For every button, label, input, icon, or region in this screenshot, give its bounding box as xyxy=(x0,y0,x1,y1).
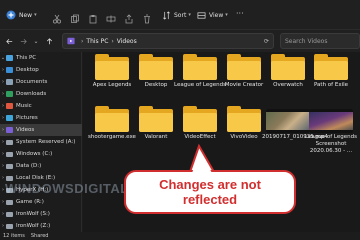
item-label: Path of Exile xyxy=(313,82,349,88)
share-state: Shared xyxy=(30,233,49,239)
drive-icon xyxy=(6,139,13,145)
recent-locations-icon[interactable]: ⌄ xyxy=(31,35,41,47)
sidebar-item-pictures[interactable]: › Pictures xyxy=(0,112,82,124)
more-options-icon[interactable]: ··· xyxy=(236,10,244,18)
delete-icon[interactable] xyxy=(142,9,152,24)
paste-icon[interactable] xyxy=(88,9,98,24)
sidebar-item-label: System Reserved (A:) xyxy=(16,139,76,145)
drive-icon xyxy=(6,175,13,181)
folder-icon xyxy=(314,54,348,80)
folder-icon xyxy=(227,106,261,132)
callout-line-1: Changes are not xyxy=(159,177,261,192)
folder-item[interactable]: Path of Exile xyxy=(305,54,357,110)
chevron-down-icon: ▾ xyxy=(225,12,228,18)
sidebar-item-label: IronWolf (S:) xyxy=(16,211,50,217)
drive-icon xyxy=(6,223,13,229)
view-icon xyxy=(197,11,206,19)
share-icon[interactable] xyxy=(124,9,134,24)
sort-label: Sort xyxy=(174,11,187,19)
video-thumbnail xyxy=(266,109,310,133)
folder-icon xyxy=(227,54,261,80)
sidebar-item-drive-c[interactable]: › Windows (C:) xyxy=(0,148,82,160)
folder-icon xyxy=(183,54,217,80)
status-bar: 12 items Shared xyxy=(0,232,360,240)
sidebar-item-downloads[interactable]: › Downloads xyxy=(0,88,82,100)
drive-icon xyxy=(6,199,13,205)
cut-icon[interactable] xyxy=(52,9,62,24)
chevron-down-icon: ▾ xyxy=(188,12,191,18)
search-box[interactable]: Search Videos xyxy=(280,33,360,49)
breadcrumb-this-pc[interactable]: This PC xyxy=(86,38,108,45)
sidebar-item-label: Data (D:) xyxy=(16,163,42,169)
breadcrumb-videos[interactable]: Videos xyxy=(117,38,137,45)
chevron-right-icon: › xyxy=(111,37,114,45)
item-label: League of Legends Screenshot 2020.06.30 … xyxy=(305,134,357,154)
search-placeholder: Search Videos xyxy=(285,37,328,45)
sidebar-item-desktop[interactable]: › Desktop xyxy=(0,64,82,76)
address-bar[interactable]: › This PC › Videos ⟳ xyxy=(62,33,274,49)
up-icon[interactable] xyxy=(44,35,54,47)
drive-icon xyxy=(6,163,13,169)
videos-icon xyxy=(6,127,13,133)
folder-icon xyxy=(183,106,217,132)
rename-icon[interactable] xyxy=(106,9,116,23)
video-file-item[interactable]: League of Legends Screenshot 2020.06.30 … xyxy=(305,106,357,162)
documents-icon xyxy=(6,79,13,85)
navigation-pane: ⌄ This PC › Desktop › Documents › Downlo… xyxy=(0,52,82,232)
sidebar-item-label: Music xyxy=(16,103,32,109)
music-icon xyxy=(6,103,13,109)
sidebar-item-label: Documents xyxy=(16,79,48,85)
folder-icon xyxy=(95,106,129,132)
folder-icon xyxy=(271,54,305,80)
sidebar-item-label: Windows (C:) xyxy=(16,151,53,157)
sidebar-item-label: Desktop xyxy=(16,67,39,73)
sidebar-item-label: Downloads xyxy=(16,91,47,97)
item-count: 12 items xyxy=(3,233,25,239)
sidebar-item-this-pc[interactable]: ⌄ This PC xyxy=(0,52,82,64)
view-label: View xyxy=(209,11,224,19)
sidebar-item-music[interactable]: › Music xyxy=(0,100,82,112)
plus-icon xyxy=(6,10,16,20)
desktop-folder-icon xyxy=(6,67,13,73)
drive-icon xyxy=(6,151,13,157)
sidebar-item-drive-s[interactable]: › IronWolf (S:) xyxy=(0,208,82,220)
new-button[interactable]: New ▾ xyxy=(6,7,37,23)
sidebar-item-drive-r[interactable]: › Game (R:) xyxy=(0,196,82,208)
downloads-icon xyxy=(6,91,13,97)
videos-location-icon xyxy=(67,37,75,45)
new-label: New xyxy=(19,11,33,19)
view-button[interactable]: View ▾ xyxy=(197,7,228,23)
back-icon[interactable] xyxy=(4,35,14,47)
annotation-callout: Changes are not reflected xyxy=(124,170,296,214)
sidebar-item-documents[interactable]: › Documents xyxy=(0,76,82,88)
this-pc-icon xyxy=(6,55,13,61)
chevron-down-icon: ▾ xyxy=(34,12,37,18)
sort-icon xyxy=(163,10,170,20)
copy-icon[interactable] xyxy=(70,9,80,23)
sidebar-item-drive-d[interactable]: › Data (D:) xyxy=(0,160,82,172)
refresh-icon[interactable]: ⟳ xyxy=(264,38,269,45)
pictures-icon xyxy=(6,115,13,121)
sidebar-item-label: Game (R:) xyxy=(16,199,44,205)
chevron-right-icon: › xyxy=(81,37,84,45)
sidebar-item-drive-z[interactable]: › IronWolf (Z:) xyxy=(0,220,82,232)
sidebar-item-label: Pictures xyxy=(16,115,38,121)
sidebar-item-videos[interactable]: › Videos xyxy=(0,124,82,136)
sidebar-item-label: IronWolf (Z:) xyxy=(16,223,51,229)
video-thumbnail xyxy=(309,109,353,133)
sidebar-item-label: This PC xyxy=(16,55,37,61)
folder-icon xyxy=(139,54,173,80)
navigation-bar: ⌄ › This PC › Videos ⟳ Search Videos xyxy=(0,30,360,52)
sidebar-item-drive-a[interactable]: › System Reserved (A:) xyxy=(0,136,82,148)
command-bar: New ▾ Sort ▾ View ▾ ··· xyxy=(0,0,360,30)
sidebar-item-label: Videos xyxy=(16,127,35,133)
sort-button[interactable]: Sort ▾ xyxy=(162,7,191,23)
callout-line-2: reflected xyxy=(182,192,238,207)
folder-icon xyxy=(95,54,129,80)
drive-icon xyxy=(6,211,13,217)
folder-icon xyxy=(139,106,173,132)
forward-icon[interactable] xyxy=(18,35,28,47)
